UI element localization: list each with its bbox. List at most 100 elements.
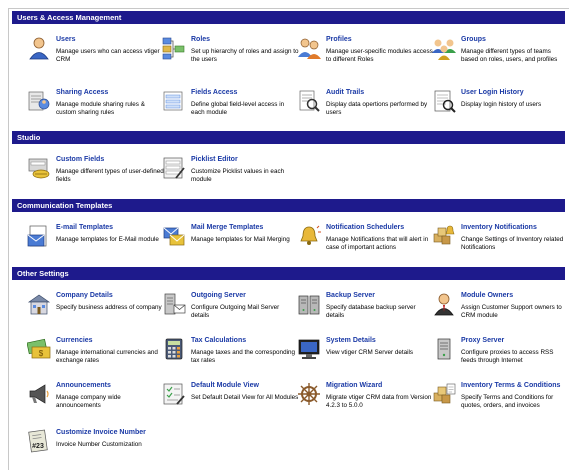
picklist-editor-desc: Customize Picklist values in each module [191,168,285,183]
picklist-editor-icon [162,156,186,180]
default-module-view-title[interactable]: Default Module View [191,382,259,389]
announcements-title[interactable]: Announcements [56,382,111,389]
notification-bell-icon [297,224,321,248]
mail-merge-icon [162,224,186,248]
settings-item-fields-access[interactable]: Fields Access Define global field-level … [162,89,297,129]
outgoing-server-title[interactable]: Outgoing Server [191,292,246,299]
settings-item-default-module-view[interactable]: Default Module View Set Default Detail V… [162,382,299,422]
audit-trails-desc: Display data opertions performed by user… [326,101,428,116]
settings-item-proxy-server[interactable]: Proxy Server Configure proxies to access… [432,337,567,377]
svg-text:$: $ [39,349,44,358]
settings-item-company-details[interactable]: Company Details Specify business address… [27,292,162,332]
settings-item-picklist-editor[interactable]: Picklist Editor Customize Picklist value… [162,156,297,196]
outgoing-server-icon [162,292,186,316]
currencies-icon: $ [27,337,51,361]
backup-server-title[interactable]: Backup Server [326,292,375,299]
tax-calculations-desc: Manage taxes and the corresponding tax r… [191,349,295,364]
picklist-editor-title[interactable]: Picklist Editor [191,156,238,163]
currencies-title[interactable]: Currencies [56,337,93,344]
audit-trails-icon [297,89,321,113]
sharing-access-desc: Manage module sharing rules & custom sha… [56,101,145,116]
users-title[interactable]: Users [56,36,75,43]
migration-wizard-title[interactable]: Migration Wizard [326,382,382,389]
outgoing-server-desc: Configure Outgoing Mail Server details [191,304,280,319]
company-building-icon [27,292,51,316]
settings-item-notification-schedulers[interactable]: Notification Schedulers Manage Notificat… [297,224,432,264]
svg-text:#23: #23 [32,443,44,450]
settings-item-outgoing-server[interactable]: Outgoing Server Configure Outgoing Mail … [162,292,297,332]
settings-item-profiles[interactable]: Profiles Manage user-specific modules ac… [297,36,433,76]
backup-server-desc: Specify database backup server details [326,304,416,319]
inventory-terms-title[interactable]: Inventory Terms & Conditions [461,382,560,389]
announcement-megaphone-icon [27,382,51,406]
email-templates-desc: Manage templates for E-Mail module [56,236,159,243]
terms-conditions-icon [432,382,456,406]
migration-wheel-icon [297,382,321,406]
section-communication-templates: Communication Templates [12,199,565,212]
settings-item-backup-server[interactable]: Backup Server Specify database backup se… [297,292,432,332]
calculator-icon [162,337,186,361]
mail-merge-templates-title[interactable]: Mail Merge Templates [191,224,263,231]
module-owners-desc: Assign Customer Support owners to CRM mo… [461,304,562,319]
sharing-access-icon [27,89,51,113]
settings-item-customize-invoice-number[interactable]: #23 Customize Invoice Number Invoice Num… [27,429,162,469]
settings-item-mail-merge-templates[interactable]: Mail Merge Templates Manage templates fo… [162,224,297,264]
settings-item-sharing-access[interactable]: Sharing Access Manage module sharing rul… [27,89,162,129]
settings-item-system-details[interactable]: System Details View vtiger CRM Server de… [297,337,432,377]
section-users-access: Users & Access Management [12,11,565,24]
settings-item-tax-calculations[interactable]: Tax Calculations Manage taxes and the co… [162,337,297,377]
settings-item-announcements[interactable]: Announcements Manage company wide announ… [27,382,162,422]
default-module-view-desc: Set Default Detail View for All Modules [191,394,299,401]
module-owners-title[interactable]: Module Owners [461,292,513,299]
settings-item-module-owners[interactable]: Module Owners Assign Customer Support ow… [432,292,567,332]
settings-item-inventory-notifications[interactable]: Inventory Notifications Change Settings … [432,224,567,264]
settings-item-groups[interactable]: Groups Manage different types of teams b… [432,36,567,76]
section-other-settings: Other Settings [12,267,565,280]
announcements-desc: Manage company wide announcements [56,394,121,409]
migration-wizard-desc: Migrate vtiger CRM data from Version 4.2… [326,394,432,409]
profiles-title[interactable]: Profiles [326,36,352,43]
roles-hierarchy-icon [162,36,186,60]
user-login-history-desc: Display login history of users [461,101,542,108]
settings-item-email-templates[interactable]: E-mail Templates Manage templates for E-… [27,224,162,264]
inventory-notifications-title[interactable]: Inventory Notifications [461,224,537,231]
proxy-server-icon [432,337,456,361]
settings-item-audit-trails[interactable]: Audit Trails Display data opertions perf… [297,89,432,129]
proxy-server-desc: Configure proxies to access RSS feeds th… [461,349,554,364]
system-details-title[interactable]: System Details [326,337,376,344]
fields-access-title[interactable]: Fields Access [191,89,237,96]
groups-icon [432,36,456,60]
notification-schedulers-desc: Manage Notifications that will alert in … [326,236,429,251]
roles-desc: Set up hierarchy of roles and assign to … [191,48,299,63]
settings-item-currencies[interactable]: $ Currencies Manage international curren… [27,337,162,377]
backup-server-icon [297,292,321,316]
company-details-desc: Specify business address of company [56,304,162,311]
settings-item-users[interactable]: Users Manage users who can access vtiger… [27,36,162,76]
settings-item-migration-wizard[interactable]: Migration Wizard Migrate vtiger CRM data… [297,382,432,422]
custom-fields-icon [27,156,51,180]
proxy-server-title[interactable]: Proxy Server [461,337,504,344]
section-studio: Studio [12,131,565,144]
settings-item-custom-fields[interactable]: Custom Fields Manage different types of … [27,156,164,196]
user-icon [27,36,51,60]
settings-item-inventory-terms[interactable]: Inventory Terms & Conditions Specify Ter… [432,382,567,422]
inventory-notifications-desc: Change Settings of Inventory related Not… [461,236,564,251]
tax-calculations-title[interactable]: Tax Calculations [191,337,246,344]
email-templates-title[interactable]: E-mail Templates [56,224,113,231]
roles-title[interactable]: Roles [191,36,210,43]
audit-trails-title[interactable]: Audit Trails [326,89,364,96]
login-history-icon [432,89,456,113]
notification-schedulers-title[interactable]: Notification Schedulers [326,224,404,231]
sharing-access-title[interactable]: Sharing Access [56,89,108,96]
company-details-title[interactable]: Company Details [56,292,113,299]
fields-access-icon [162,89,186,113]
customize-invoice-number-title[interactable]: Customize Invoice Number [56,429,146,436]
settings-item-roles[interactable]: Roles Set up hierarchy of roles and assi… [162,36,299,76]
email-template-icon [27,224,51,248]
settings-item-user-login-history[interactable]: User Login History Display login history… [432,89,567,129]
custom-fields-title[interactable]: Custom Fields [56,156,104,163]
groups-title[interactable]: Groups [461,36,486,43]
user-login-history-title[interactable]: User Login History [461,89,524,96]
inventory-notification-icon [432,224,456,248]
groups-desc: Manage different types of teams based on… [461,48,558,63]
